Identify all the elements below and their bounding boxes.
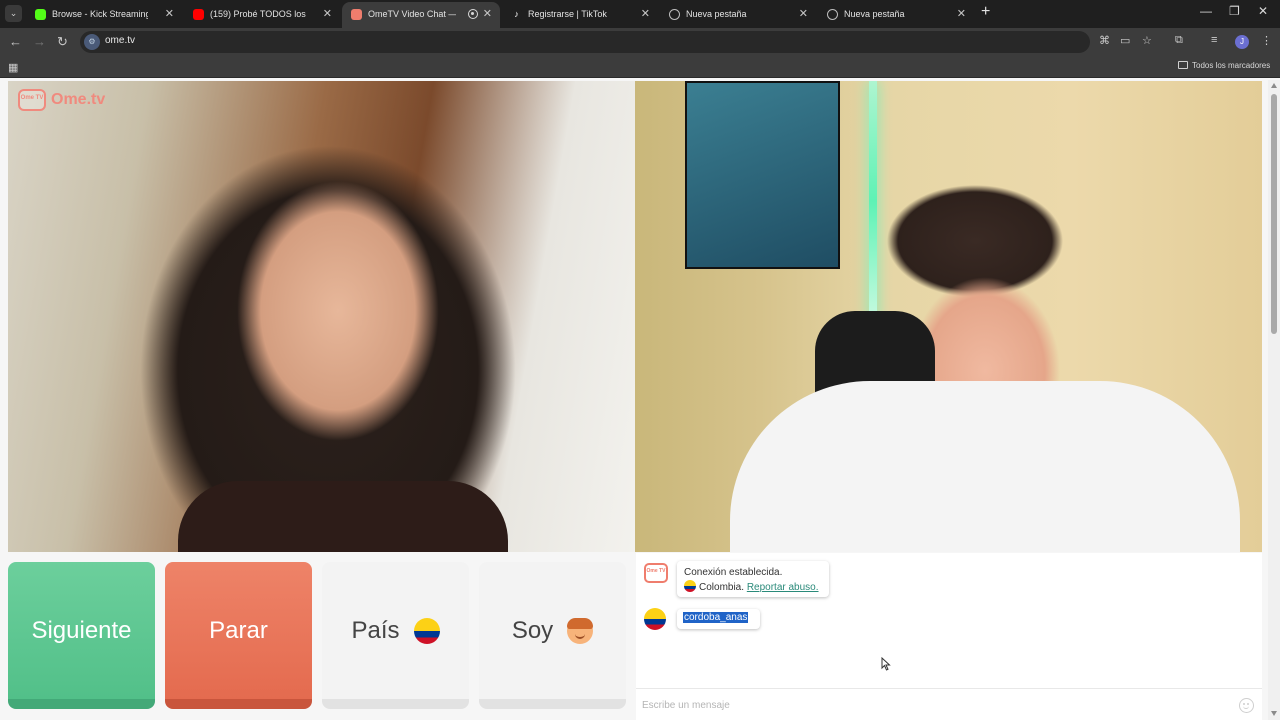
colombia-flag-icon <box>644 608 666 630</box>
tiktok-favicon-icon: ♪ <box>511 9 522 20</box>
tab-title: Registrarse | TikTok <box>528 9 607 19</box>
ometv-system-icon: Ome TV <box>644 563 668 583</box>
next-button[interactable]: Siguiente <box>8 562 155 709</box>
tab-title: Nueva pestaña <box>844 9 905 19</box>
apps-grid-icon[interactable]: ▦ <box>8 61 18 74</box>
close-window-icon[interactable]: ✕ <box>1258 4 1268 18</box>
stranger-video: Ome TV Ome.tv <box>8 81 635 552</box>
scroll-down-icon[interactable] <box>1271 711 1277 716</box>
logo-tv-icon: Ome TV <box>18 89 46 111</box>
kick-favicon-icon <box>35 9 46 20</box>
boy-icon <box>567 617 594 644</box>
tab-youtube[interactable]: (159) Probé TODOS los negocios ✕ <box>184 2 340 26</box>
connection-text: Conexión establecida. <box>684 567 783 578</box>
country-filter-button[interactable]: País <box>322 562 469 709</box>
tab-title: Nueva pestaña <box>686 9 747 19</box>
message-composer <box>636 688 1262 720</box>
site-info-icon[interactable]: ⚙ <box>84 34 100 50</box>
chat-message: cordoba_anas <box>677 609 760 629</box>
tab-strip: ⌄ Browse - Kick Streaming ✕ (159) Probé … <box>0 0 1280 28</box>
scroll-up-icon[interactable] <box>1271 83 1277 88</box>
close-tab-icon[interactable]: ✕ <box>165 2 174 26</box>
country-name: Colombia. <box>699 582 745 593</box>
close-tab-icon[interactable]: ✕ <box>957 2 966 26</box>
country-label: País <box>351 616 400 644</box>
mouse-pointer-icon <box>881 657 891 671</box>
system-message: Conexión establecida. Colombia. Reportar… <box>677 561 829 597</box>
folder-icon <box>1178 61 1188 69</box>
scroll-thumb[interactable] <box>1271 94 1277 334</box>
video-content <box>685 81 840 269</box>
tab-ometv[interactable]: OmeTV Video Chat — Omegle ✕ <box>342 2 500 28</box>
self-video <box>635 81 1262 552</box>
ometv-logo: Ome TV Ome.tv <box>18 87 113 115</box>
chrome-favicon-icon <box>669 9 680 20</box>
report-abuse-link[interactable]: Reportar abuso. <box>747 582 819 593</box>
forward-icon[interactable]: → <box>33 34 46 49</box>
cast-icon[interactable]: ▭ <box>1120 34 1130 47</box>
tab-title: (159) Probé TODOS los negocios <box>210 9 306 19</box>
browser-toolbar: ← → ↻ ⚙ ome.tv ⌘ ▭ ☆ ⧉ ≡ ⋮ <box>0 28 1280 56</box>
tab-title: Browse - Kick Streaming <box>52 9 148 19</box>
colombia-flag-icon <box>413 617 440 644</box>
profile-avatar[interactable]: J <box>1235 35 1249 49</box>
colombia-flag-icon <box>684 580 696 592</box>
close-tab-icon[interactable]: ✕ <box>483 2 492 26</box>
media-control-icon[interactable]: ≡ <box>1211 34 1217 46</box>
gender-button[interactable]: Soy <box>479 562 626 709</box>
message-input[interactable] <box>642 695 1222 715</box>
tab-search-dropdown[interactable]: ⌄ <box>5 5 22 22</box>
stop-button[interactable]: Parar <box>165 562 312 709</box>
message-text[interactable]: cordoba_anas <box>683 612 749 623</box>
close-tab-icon[interactable]: ✕ <box>323 2 332 26</box>
video-content <box>178 481 508 552</box>
next-label: Siguiente <box>31 616 132 644</box>
back-icon[interactable]: ← <box>9 34 22 49</box>
chrome-favicon-icon <box>827 9 838 20</box>
menu-kebab-icon[interactable]: ⋮ <box>1261 34 1272 47</box>
tab-title: OmeTV Video Chat — Omegle <box>368 9 456 19</box>
tab-new-2[interactable]: Nueva pestaña ✕ <box>818 2 974 26</box>
country-line: Colombia. Reportar abuso. <box>684 580 822 595</box>
all-bookmarks-button[interactable]: Todos los marcadores <box>1178 61 1270 70</box>
logo-text: Ome.tv <box>51 91 106 108</box>
tab-tiktok[interactable]: ♪ Registrarse | TikTok ✕ <box>502 2 658 26</box>
emoji-icon[interactable] <box>1239 698 1254 713</box>
minimize-icon[interactable]: — <box>1200 4 1212 18</box>
all-bookmarks-label: Todos los marcadores <box>1192 61 1271 70</box>
restore-icon[interactable]: ❐ <box>1229 4 1240 18</box>
recording-icon <box>468 9 478 19</box>
page-scrollbar[interactable] <box>1268 80 1280 720</box>
extensions-icon[interactable]: ⧉ <box>1175 34 1183 47</box>
video-content <box>869 81 877 321</box>
new-tab-button[interactable]: + <box>981 3 990 21</box>
close-tab-icon[interactable]: ✕ <box>799 2 808 26</box>
video-content <box>730 381 1240 552</box>
reload-icon[interactable]: ↻ <box>57 34 68 50</box>
url-text: ome.tv <box>105 35 136 46</box>
bookmarks-bar: ▦ Todos los marcadores <box>0 56 1280 78</box>
chat-panel: Ome TV Conexión establecida. Colombia. R… <box>636 553 1262 720</box>
address-bar[interactable]: ⚙ ome.tv <box>80 31 1090 53</box>
close-tab-icon[interactable]: ✕ <box>641 2 650 26</box>
youtube-favicon-icon <box>193 9 204 20</box>
translate-icon[interactable]: ⌘ <box>1099 34 1110 47</box>
stop-label: Parar <box>209 616 268 644</box>
bookmark-star-icon[interactable]: ☆ <box>1142 34 1152 47</box>
gender-label: Soy <box>511 616 554 644</box>
tab-kick[interactable]: Browse - Kick Streaming ✕ <box>26 2 182 26</box>
tab-new-1[interactable]: Nueva pestaña ✕ <box>660 2 816 26</box>
ometv-favicon-icon <box>351 9 362 20</box>
